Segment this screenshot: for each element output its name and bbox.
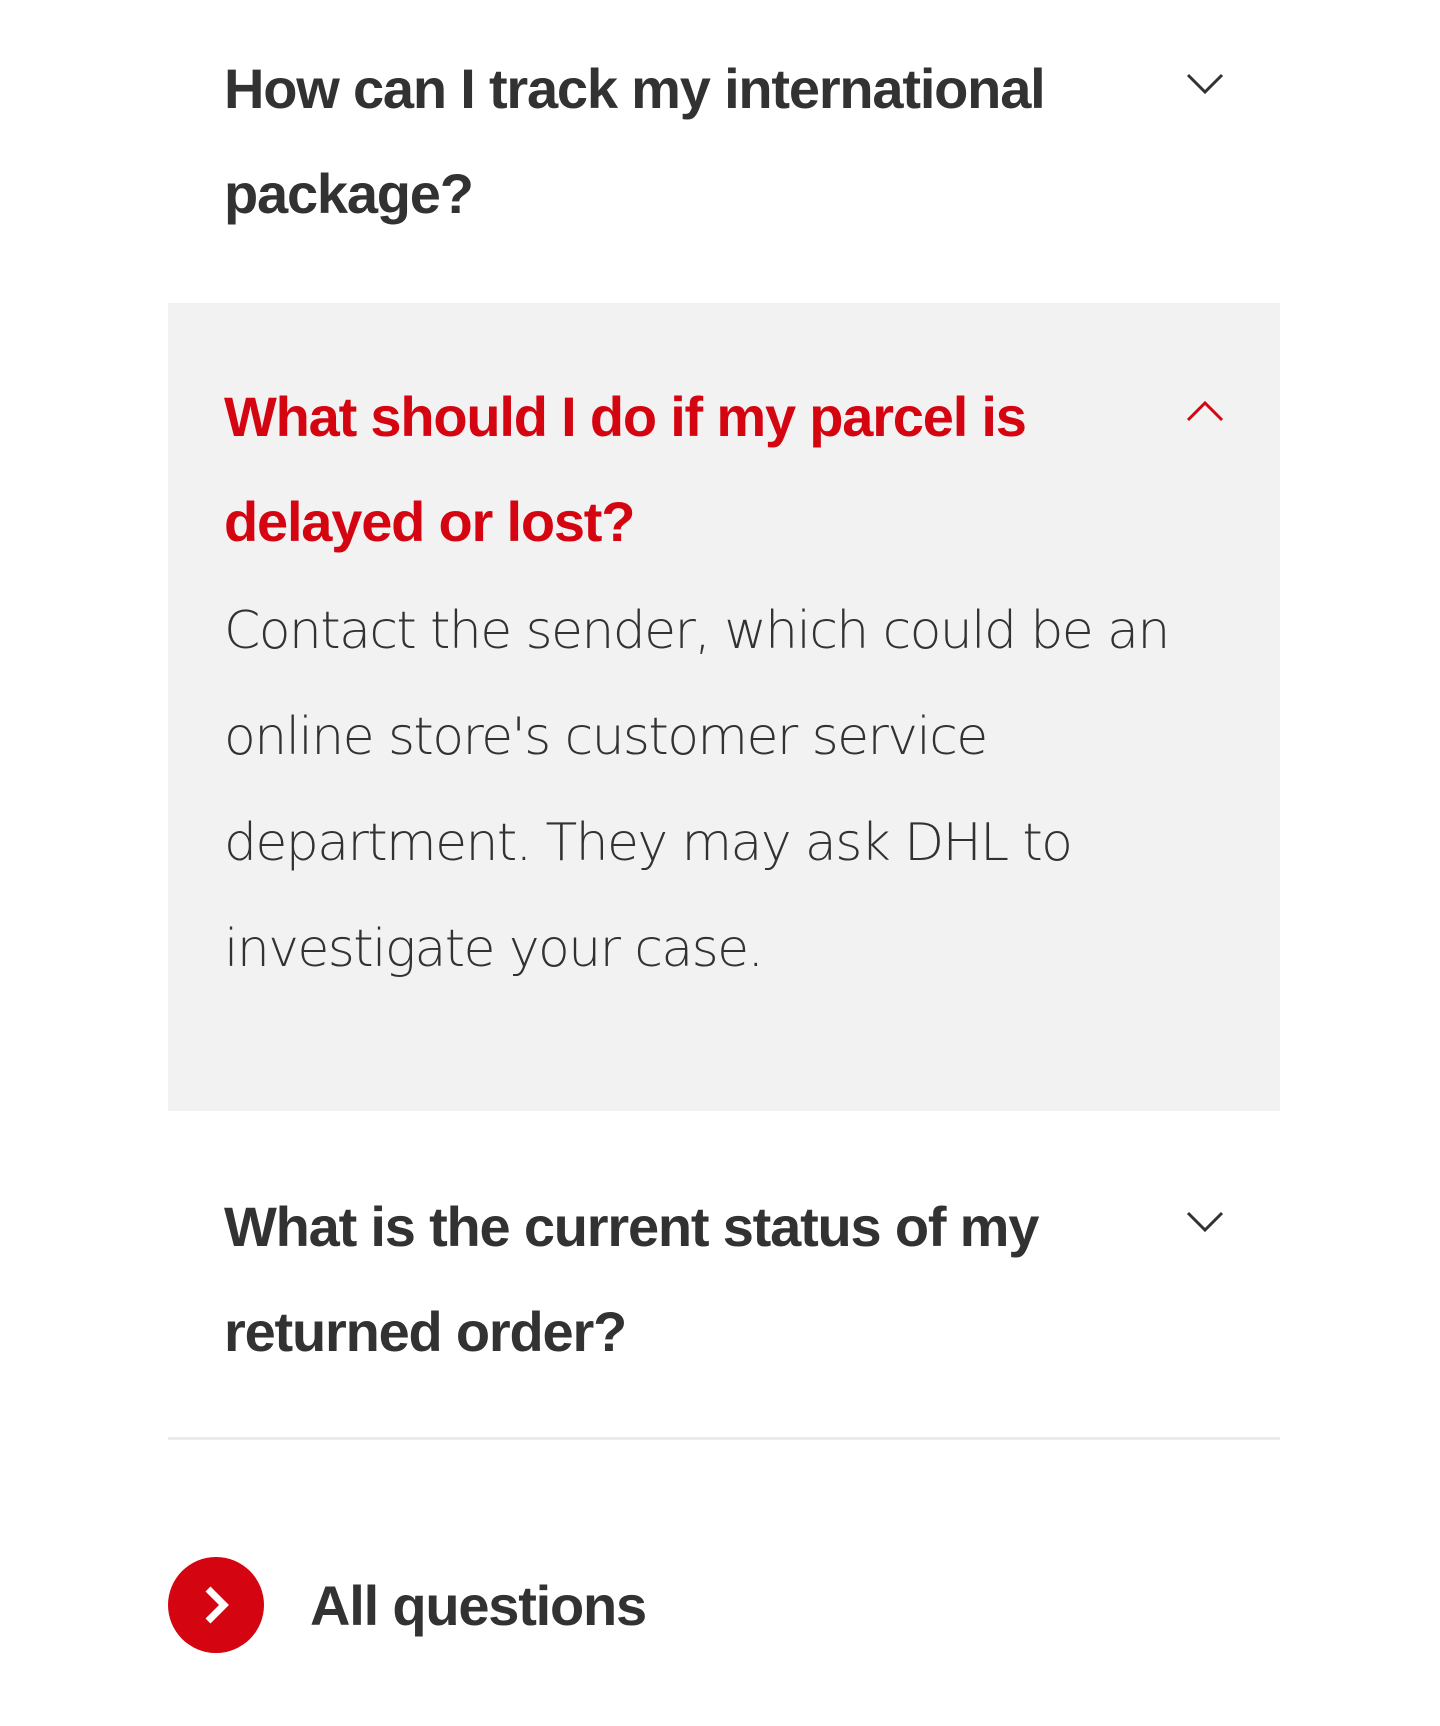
faq-accordion: How can I track my international package…	[168, 0, 1280, 1440]
faq-question[interactable]: What is the current status of my returne…	[224, 1111, 1084, 1384]
chevron-up-icon[interactable]	[1186, 399, 1224, 423]
all-questions-label[interactable]: All questions	[310, 1573, 647, 1638]
all-questions-link[interactable]: All questions	[168, 1556, 647, 1654]
faq-answer: Contact the sender, which could be an on…	[224, 601, 1170, 979]
faq-question[interactable]: What should I do if my parcel is delayed…	[224, 303, 1084, 574]
chevron-right-icon[interactable]	[168, 1557, 264, 1653]
chevron-down-icon[interactable]	[1186, 72, 1224, 96]
chevron-down-icon[interactable]	[1186, 1210, 1224, 1234]
faq-question[interactable]: How can I track my international package…	[224, 0, 1084, 246]
faq-item-returned-order[interactable]: What is the current status of my returne…	[168, 1111, 1280, 1440]
faq-item-delayed-lost[interactable]: What should I do if my parcel is delayed…	[168, 303, 1280, 1111]
faq-item-track-package[interactable]: How can I track my international package…	[168, 0, 1280, 303]
